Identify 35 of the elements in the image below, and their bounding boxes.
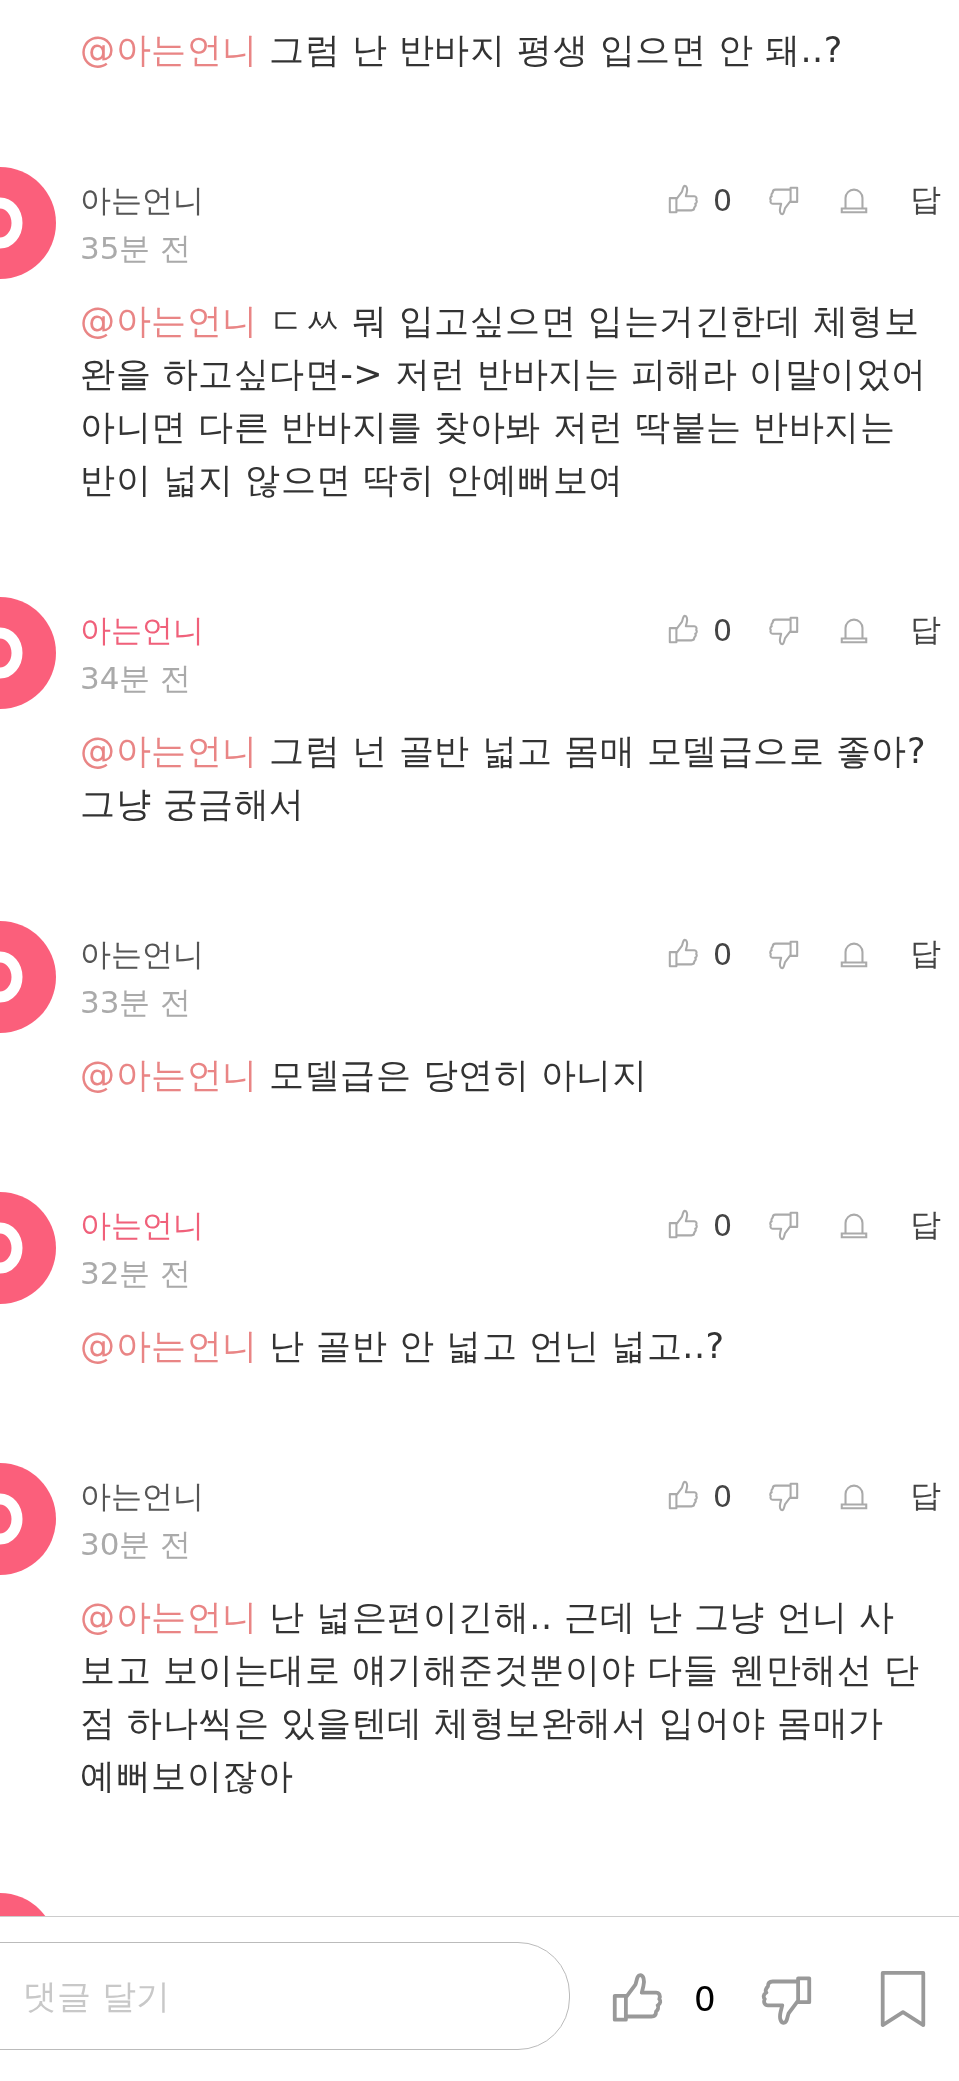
- thumbs-up-icon[interactable]: [666, 184, 699, 216]
- thumbs-down-icon[interactable]: [768, 1209, 800, 1241]
- author-name[interactable]: 아는언니: [80, 1473, 204, 1519]
- reply-link[interactable]: 답: [910, 179, 941, 221]
- reply-link[interactable]: 답: [910, 609, 941, 651]
- comment-time: 32분 전: [80, 1254, 193, 1293]
- reply-link[interactable]: 답: [910, 1475, 941, 1517]
- comment-time: 35분 전: [80, 229, 193, 268]
- comment-text: @아는언니 난 골반 안 넓고 언닌 넓고..?: [80, 1325, 726, 1368]
- reply-link[interactable]: 답: [910, 933, 941, 975]
- like-count: 0: [712, 1478, 732, 1514]
- comment-text: @아는언니 그럼 넌 골반 넓고 몸매 모델급으로 좋아? 그냥 궁금해서: [80, 730, 927, 826]
- thumbs-down-icon[interactable]: [768, 184, 800, 216]
- thumbs-down-icon[interactable]: [768, 938, 800, 970]
- thumbs-up-icon[interactable]: [666, 1480, 699, 1512]
- comment-time: 34분 전: [80, 659, 193, 698]
- thumbs-up-icon[interactable]: [666, 614, 699, 646]
- like-count: 0: [712, 182, 732, 218]
- thumbs-up-icon[interactable]: [666, 1209, 699, 1241]
- like-count: 0: [694, 1979, 716, 2019]
- comment-time: 33분 전: [80, 983, 193, 1022]
- comment-text: @아는언니 난 넓은편이긴해.. 근데 난 그냥 언니 사 보고 보이는대로 얘기해준것뿐이야 다들 웬만해선 단 점 하나씩은 있을텐데 체형보완해서 입어야 몸매가 예뻐보이잖아: [80, 1596, 921, 1798]
- like-count: 0: [712, 1207, 732, 1243]
- comment-text: @아는언니 모델급은 당연히 아니지: [80, 1054, 649, 1097]
- thumbs-down-icon[interactable]: [768, 614, 800, 646]
- thumbs-down-icon[interactable]: [768, 1480, 800, 1512]
- author-name[interactable]: 아는언니: [80, 931, 204, 977]
- author-name[interactable]: 아는언니: [80, 177, 204, 223]
- comment-text: @아는언니 ㄷㅆ 뭐 입고싶으면 입는거긴한데 체형보 완을 하고싶다면-> 저런 반바지는 피해라 이말이었어 아니면 다른 반바지를 찾아봐 저런 딱붙는 반바지는 반이 넓지 않으면 딱히 안예뻐보여: [80, 300, 928, 502]
- reply-link[interactable]: 답: [910, 1204, 941, 1246]
- thumbs-up-icon[interactable]: [666, 938, 699, 970]
- like-count: 0: [712, 936, 732, 972]
- like-count: 0: [712, 612, 732, 648]
- comment-text: @아는언니 그럼 난 반바지 평생 입으면 안 돼..?: [79, 29, 844, 72]
- comment-time: 30분 전: [80, 1525, 193, 1564]
